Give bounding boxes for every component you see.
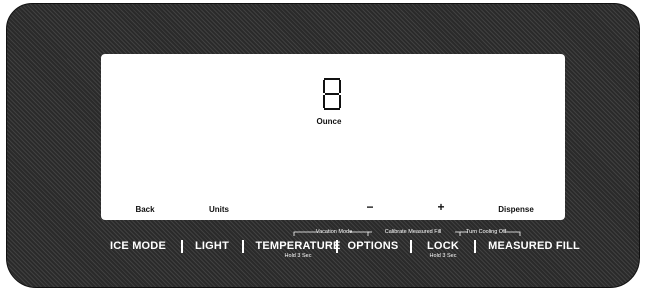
calibrate-measured-fill-hint: Calibrate Measured Fill	[384, 229, 442, 235]
separator	[474, 240, 476, 253]
light-button[interactable]: LIGHT	[195, 240, 229, 252]
lock-hold-hint: Hold 3 Sec	[429, 253, 457, 259]
separator	[181, 240, 183, 253]
temperature-button[interactable]: TEMPERATURE	[255, 240, 340, 252]
separator	[242, 240, 244, 253]
temperature-hold-hint: Hold 3 Sec	[284, 253, 312, 259]
measured-fill-button[interactable]: MEASURED FILL	[488, 240, 580, 252]
ice-mode-button[interactable]: ICE MODE	[110, 240, 166, 252]
separator	[336, 240, 338, 253]
lock-button[interactable]: LOCK	[427, 240, 459, 252]
control-buttons-bar: ICE MODE LIGHT TEMPERATURE Hold 3 Sec OP…	[0, 236, 645, 270]
turn-cooling-off-hint: Turn Cooling Off	[465, 229, 507, 235]
options-button[interactable]: OPTIONS	[348, 240, 399, 252]
vacation-mode-hint: Vacation Mode	[315, 229, 353, 235]
separator	[410, 240, 412, 253]
